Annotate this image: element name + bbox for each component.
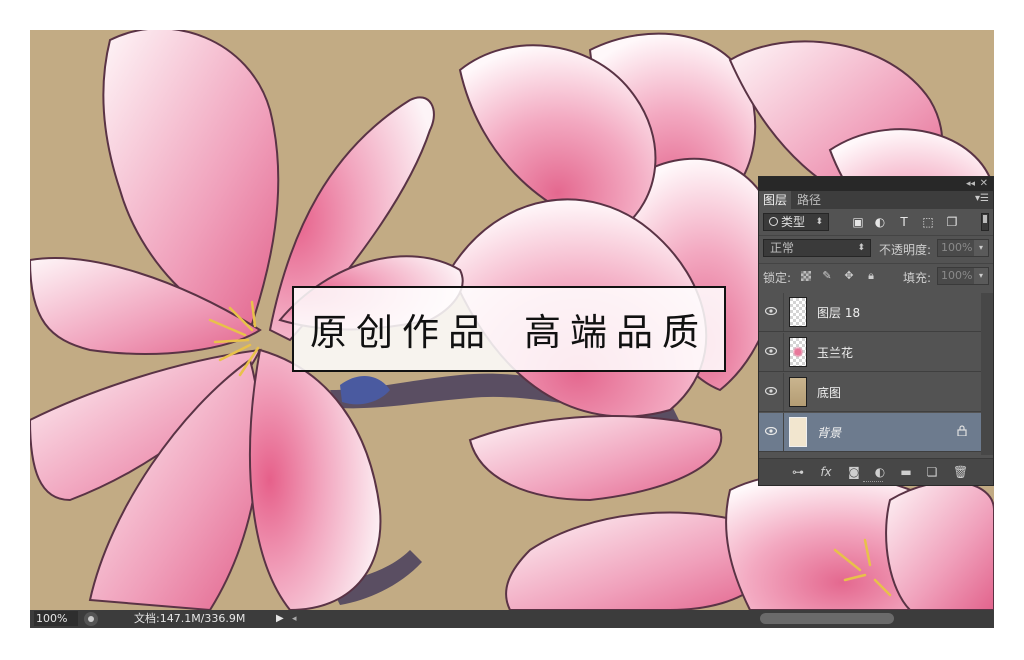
opacity-label: 不透明度: <box>879 243 932 257</box>
layer-row-base[interactable]: 底图 <box>759 373 981 412</box>
new-adjustment-layer-icon[interactable]: ◐ <box>873 465 887 479</box>
panel-tabs: 图层 路径 ▾☰ <box>759 191 993 209</box>
fill-field[interactable]: 100% ▾ <box>937 267 989 285</box>
blend-row: 正常 ⬍ 不透明度: 100% ▾ <box>761 238 991 260</box>
layer-list-scrollbar[interactable] <box>981 293 993 455</box>
layers-panel-footer: ⊶ fx ◙ ◐ ▬ ❏ 🗑︎ <box>759 458 993 485</box>
adjustment-layer-filter-icon[interactable]: ◐ <box>873 215 887 229</box>
divider <box>783 293 784 331</box>
visibility-eye-icon[interactable] <box>765 307 777 315</box>
tab-layers[interactable]: 图层 <box>759 191 792 209</box>
lock-all-icon[interactable]: 🔒︎ <box>865 270 877 282</box>
panel-resize-grip[interactable] <box>863 481 883 484</box>
panel-title-bar[interactable]: ◂◂ ✕ <box>759 177 993 191</box>
visibility-eye-icon[interactable] <box>765 427 777 435</box>
banner-text-original: 原创作品 <box>310 311 494 354</box>
divider <box>783 333 784 371</box>
blend-mode-value: 正常 <box>770 241 795 255</box>
layer-thumbnail <box>789 297 807 327</box>
status-menu-arrow-icon[interactable]: ▶ <box>276 610 284 628</box>
smart-object-filter-icon[interactable]: ❐ <box>945 215 959 229</box>
blend-mode-select[interactable]: 正常 ⬍ <box>763 239 871 257</box>
lock-image-pixels-icon[interactable]: ✎ <box>821 270 833 282</box>
new-layer-icon[interactable]: ❏ <box>925 465 939 479</box>
dropdown-arrow-icon[interactable]: ▾ <box>974 268 988 284</box>
panel-menu-icon[interactable]: ▾☰ <box>975 193 989 204</box>
fill-label: 填充: <box>903 271 932 285</box>
divider <box>783 373 784 411</box>
delete-layer-trash-icon[interactable]: 🗑︎ <box>953 465 968 479</box>
layer-name: 背景 <box>817 426 842 440</box>
overlay-banner: 原创作品 高端品质 <box>292 286 726 372</box>
layer-row-background[interactable]: 背景 <box>759 413 981 452</box>
layer-filter-row: 类型 ⬍ ▣ ◐ T ⬚ ❐ <box>761 212 991 234</box>
filter-kind-label: 类型 <box>781 215 806 229</box>
layer-thumbnail <box>789 377 807 407</box>
layer-list: 图层 18 玉兰花 底图 背景 <box>759 293 981 453</box>
lock-row: 锁定: ✎ ✥ 🔒︎ 填充: 100% ▾ <box>761 266 991 288</box>
link-layers-icon[interactable]: ⊶ <box>791 465 805 479</box>
horizontal-scrollbar-thumb[interactable] <box>760 613 894 624</box>
visibility-eye-icon[interactable] <box>765 347 777 355</box>
layer-name: 图层 18 <box>817 306 861 320</box>
new-group-folder-icon[interactable]: ▬ <box>899 465 913 479</box>
filter-toggle-switch[interactable] <box>981 213 989 231</box>
lock-label: 锁定: <box>763 271 792 285</box>
pixel-layer-filter-icon[interactable]: ▣ <box>851 215 865 229</box>
layer-name: 玉兰花 <box>817 346 854 360</box>
layer-name: 底图 <box>817 386 842 400</box>
status-bar: 100% 文档:147.1M/336.9M ▶ ◂ <box>30 610 994 628</box>
divider <box>759 235 993 236</box>
shape-layer-filter-icon[interactable]: ⬚ <box>921 215 935 229</box>
opacity-value: 100% <box>941 241 973 254</box>
collapse-panel-icon[interactable]: ◂◂ <box>966 177 975 191</box>
select-arrows-icon: ⬍ <box>857 243 865 253</box>
layer-style-fx-icon[interactable]: fx <box>819 465 833 479</box>
proof-setup-icon[interactable] <box>84 612 98 626</box>
divider <box>783 413 784 451</box>
opacity-field[interactable]: 100% ▾ <box>937 239 989 257</box>
close-panel-icon[interactable]: ✕ <box>980 177 988 191</box>
lock-transparent-pixels-icon[interactable] <box>801 271 811 281</box>
lock-icon <box>957 425 967 436</box>
filter-kind-select[interactable]: 类型 ⬍ <box>763 213 829 231</box>
add-mask-icon[interactable]: ◙ <box>847 465 861 479</box>
dropdown-arrow-icon[interactable]: ▾ <box>974 240 988 256</box>
tab-paths[interactable]: 路径 <box>793 191 825 209</box>
banner-text-quality: 高端品质 <box>524 311 708 354</box>
document-size-info: 文档:147.1M/336.9M <box>134 612 246 625</box>
layer-thumbnail <box>789 417 807 447</box>
divider <box>759 263 993 264</box>
fill-value: 100% <box>941 269 973 282</box>
scroll-left-arrow-icon[interactable]: ◂ <box>292 610 297 628</box>
layers-panel: ◂◂ ✕ 图层 路径 ▾☰ 类型 ⬍ ▣ ◐ T ⬚ ❐ 正常 ⬍ 不透明度: … <box>758 176 994 486</box>
search-icon <box>769 217 778 226</box>
type-layer-filter-icon[interactable]: T <box>897 215 911 229</box>
zoom-level-field[interactable]: 100% <box>34 611 78 626</box>
lock-position-icon[interactable]: ✥ <box>843 270 855 282</box>
select-arrows-icon: ⬍ <box>815 217 823 227</box>
layer-thumbnail <box>789 337 807 367</box>
layer-row-layer18[interactable]: 图层 18 <box>759 293 981 332</box>
layer-row-magnolia[interactable]: 玉兰花 <box>759 333 981 372</box>
visibility-eye-icon[interactable] <box>765 387 777 395</box>
